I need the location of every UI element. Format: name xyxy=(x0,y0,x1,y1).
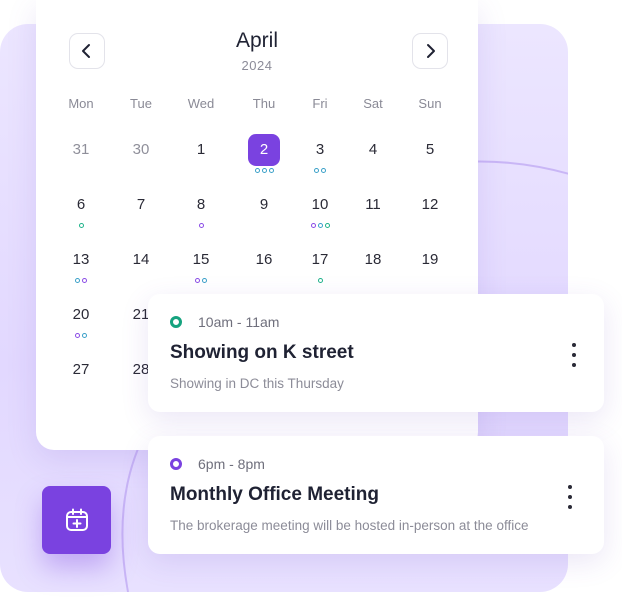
day-number: 8 xyxy=(196,196,206,213)
calendar-add-icon xyxy=(65,508,88,531)
event-status-indicator xyxy=(170,316,182,328)
day-number: 3 xyxy=(315,141,325,158)
event-dot xyxy=(195,278,200,283)
day-number: 13 xyxy=(72,251,90,268)
day-number: 5 xyxy=(425,141,435,158)
event-dot xyxy=(314,168,319,173)
event-time: 6pm - 8pm xyxy=(198,456,265,472)
event-dots xyxy=(298,168,342,173)
event-description: The brokerage meeting will be hosted in-… xyxy=(170,518,529,533)
event-time: 10am - 11am xyxy=(198,314,280,330)
day-number: 4 xyxy=(368,141,378,158)
calendar-day[interactable]: 12 xyxy=(408,187,452,231)
event-dot xyxy=(310,223,316,228)
day-number: 7 xyxy=(136,196,146,213)
calendar-day[interactable]: 8 xyxy=(179,187,223,231)
day-number: 14 xyxy=(132,251,150,268)
day-number: 1 xyxy=(196,141,206,158)
calendar-day[interactable]: 3 xyxy=(298,132,342,176)
event-dot xyxy=(82,278,87,283)
calendar-day[interactable]: 11 xyxy=(351,187,395,231)
event-card[interactable]: 6pm - 8pm Monthly Office Meeting The bro… xyxy=(148,436,604,554)
calendar-day[interactable]: 27 xyxy=(59,352,103,396)
weekday-mon: Mon xyxy=(68,96,94,111)
event-dot xyxy=(202,278,207,283)
event-dot xyxy=(254,168,260,173)
calendar-day[interactable]: 7 xyxy=(119,187,163,231)
calendar-day[interactable]: 10 xyxy=(298,187,342,231)
day-number: 18 xyxy=(364,251,382,268)
day-number: 17 xyxy=(311,251,329,268)
weekday-fri: Fri xyxy=(312,96,328,111)
event-title: Monthly Office Meeting xyxy=(170,484,379,505)
event-dot xyxy=(268,168,274,173)
day-number: 12 xyxy=(421,196,439,213)
event-dot xyxy=(317,223,323,228)
day-number: 2 xyxy=(248,134,280,166)
calendar-day[interactable]: 20 xyxy=(59,297,103,341)
day-number: 19 xyxy=(421,251,439,268)
event-status-indicator xyxy=(170,458,182,470)
event-title: Showing on K street xyxy=(170,342,354,363)
event-dot xyxy=(198,223,204,228)
weekday-sun: Sun xyxy=(418,96,442,111)
day-number: 10 xyxy=(311,196,329,213)
calendar-day[interactable]: 1 xyxy=(179,132,223,176)
event-dots xyxy=(59,333,103,338)
calendar-day[interactable]: 18 xyxy=(351,242,395,286)
event-dot xyxy=(78,223,84,228)
event-dot xyxy=(261,168,267,173)
event-dot xyxy=(75,333,80,338)
weekday-tue: Tue xyxy=(130,96,152,111)
next-month-button[interactable] xyxy=(412,33,448,69)
day-number: 20 xyxy=(72,306,90,323)
event-dots xyxy=(59,223,103,228)
day-number: 11 xyxy=(365,196,381,213)
event-dot xyxy=(321,168,326,173)
event-dots xyxy=(298,278,342,283)
calendar-day[interactable]: 30 xyxy=(119,132,163,176)
weekday-thu: Thu xyxy=(252,96,276,111)
more-options-button[interactable] xyxy=(564,485,576,509)
event-card[interactable]: 10am - 11am Showing on K street Showing … xyxy=(148,294,604,412)
selected-day[interactable]: 2 xyxy=(242,132,286,176)
calendar-day[interactable]: 9 xyxy=(242,187,286,231)
event-dots xyxy=(242,168,286,173)
calendar-day[interactable]: 4 xyxy=(351,132,395,176)
day-number: 31 xyxy=(72,141,90,158)
event-dot xyxy=(317,278,323,283)
calendar-day[interactable]: 31 xyxy=(59,132,103,176)
day-number: 16 xyxy=(255,251,273,268)
event-dots xyxy=(59,278,103,283)
day-number: 15 xyxy=(192,251,210,268)
chevron-right-icon xyxy=(427,44,435,58)
calendar-day[interactable]: 13 xyxy=(59,242,103,286)
event-dot xyxy=(82,333,87,338)
event-dots xyxy=(179,223,223,228)
event-dot xyxy=(324,223,330,228)
more-options-button[interactable] xyxy=(568,343,580,367)
day-number: 9 xyxy=(259,196,269,213)
weekday-wed: Wed xyxy=(187,96,215,111)
calendar-day[interactable]: 5 xyxy=(408,132,452,176)
calendar-day[interactable]: 19 xyxy=(408,242,452,286)
event-dots xyxy=(179,278,223,283)
day-number: 27 xyxy=(72,361,90,378)
add-event-button[interactable] xyxy=(42,486,111,554)
event-dots xyxy=(298,223,342,228)
event-description: Showing in DC this Thursday xyxy=(170,376,344,391)
day-number: 6 xyxy=(76,196,86,213)
day-number: 30 xyxy=(132,141,150,158)
calendar-day[interactable]: 14 xyxy=(119,242,163,286)
calendar-day[interactable]: 16 xyxy=(242,242,286,286)
calendar-day[interactable]: 17 xyxy=(298,242,342,286)
event-dot xyxy=(75,278,80,283)
weekday-sat: Sat xyxy=(363,96,383,111)
calendar-day[interactable]: 6 xyxy=(59,187,103,231)
calendar-day[interactable]: 15 xyxy=(179,242,223,286)
